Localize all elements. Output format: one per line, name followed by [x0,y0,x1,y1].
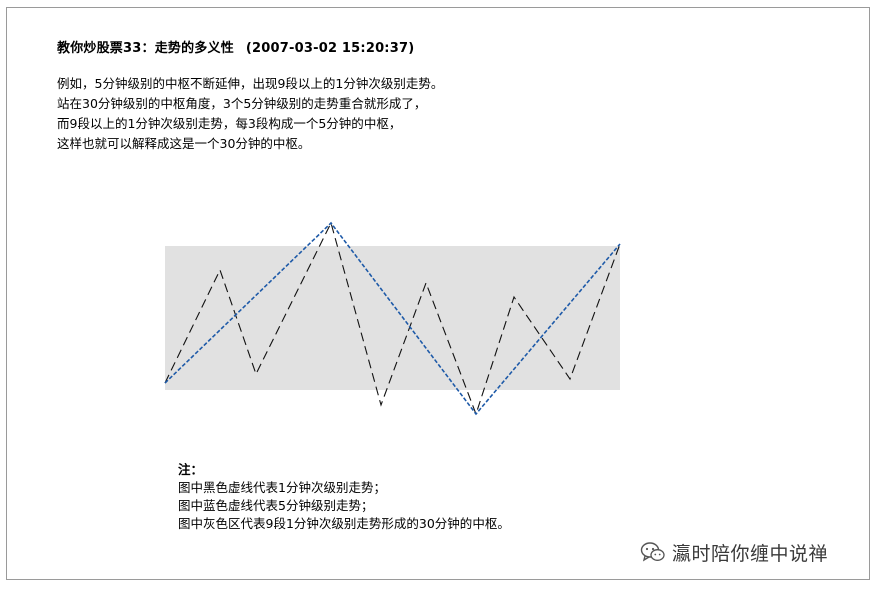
watermark-text: 瀛时陪你缠中说禅 [672,542,829,565]
notes-block: 注： 图中黑色虚线代表1分钟次级别走势； 图中蓝色虚线代表5分钟级别走势； 图中… [178,461,510,533]
note-line: 图中蓝色虚线代表5分钟级别走势； [178,498,374,513]
note-line: 图中灰色区代表9段1分钟次级别走势形成的30分钟的中枢。 [178,516,510,531]
30min-pivot-zone [165,246,620,390]
notes-heading: 注： [178,462,204,477]
note-line: 图中黑色虚线代表1分钟次级别走势； [178,480,386,495]
wechat-icon [640,542,665,562]
watermark: 瀛时陪你缠中说禅 [640,538,828,566]
